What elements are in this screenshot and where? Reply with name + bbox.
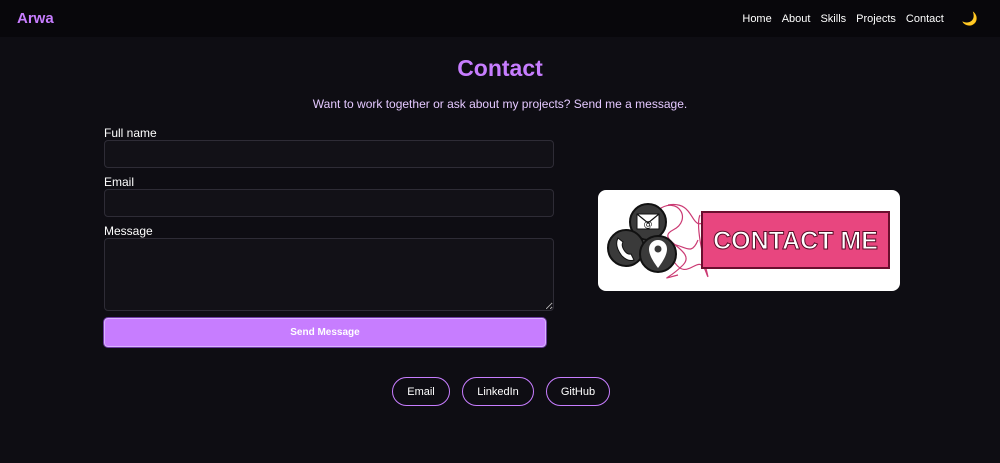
navbar: Arwa Home About Skills Projects Contact … <box>0 0 1000 37</box>
phone-icon <box>607 229 645 267</box>
github-social-button[interactable]: GitHub <box>546 377 610 406</box>
nav-contact-link[interactable]: Contact <box>906 13 944 25</box>
nav-home-link[interactable]: Home <box>742 13 771 25</box>
page-subtitle: Want to work together or ask about my pr… <box>312 97 688 111</box>
theme-toggle-moon-icon[interactable]: 🌙 <box>962 11 978 27</box>
social-links: Email LinkedIn GitHub <box>0 377 1000 406</box>
nav-about-link[interactable]: About <box>782 13 811 25</box>
send-message-button[interactable]: Send Message <box>104 318 546 347</box>
location-pin-icon <box>639 235 677 273</box>
nav-projects-link[interactable]: Projects <box>856 13 896 25</box>
contact-me-illustration: @ CONTACT ME <box>607 203 890 279</box>
email-social-button[interactable]: Email <box>392 377 450 406</box>
message-label: Message <box>104 224 153 238</box>
full-name-input[interactable] <box>104 140 554 168</box>
contact-me-image: @ CONTACT ME <box>598 190 900 291</box>
message-textarea[interactable] <box>104 238 554 311</box>
linkedin-social-button[interactable]: LinkedIn <box>462 377 534 406</box>
full-name-label: Full name <box>104 126 157 140</box>
contact-form: Full name Email Message <box>104 126 554 311</box>
nav-skills-link[interactable]: Skills <box>820 13 846 25</box>
brand-logo[interactable]: Arwa <box>17 10 54 27</box>
nav-links: Home About Skills Projects Contact 🌙 <box>742 11 978 27</box>
page-title: Contact <box>457 55 543 81</box>
contact-banner-text: CONTACT ME <box>713 227 878 255</box>
svg-text:@: @ <box>644 220 653 230</box>
email-label: Email <box>104 175 135 189</box>
email-input[interactable] <box>104 189 554 217</box>
